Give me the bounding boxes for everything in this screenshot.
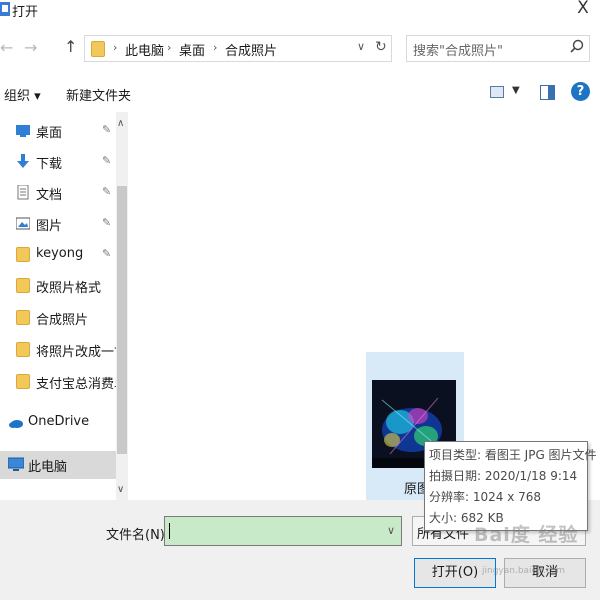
search-icon[interactable] [570, 39, 584, 53]
desktop-icon [16, 125, 30, 137]
chevron-down-icon[interactable]: ∨ [357, 40, 365, 53]
view-icon[interactable] [490, 86, 504, 98]
breadcrumb-separator[interactable]: › [113, 41, 117, 54]
breadcrumb-separator[interactable]: › [167, 41, 171, 54]
sidebar-item-folder[interactable]: 将照片改成一寸 [0, 336, 116, 364]
chevron-down-icon[interactable]: ∨ [387, 524, 395, 537]
scroll-up-icon[interactable]: ∧ [117, 118, 124, 129]
tooltip-resolution: 分辨率: 1024 x 768 [429, 490, 542, 504]
app-icon [0, 2, 10, 16]
up-button[interactable]: ↑ [64, 37, 77, 56]
sidebar-item-keyong[interactable]: keyong ✎ [0, 241, 116, 269]
toolbar: 组织 ▾ 新建文件夹 ▼ ? [0, 80, 600, 108]
forward-button[interactable]: → [24, 38, 37, 57]
download-icon [17, 154, 29, 168]
navigation-pane: 桌面 ✎ 下载 ✎ 文档 ✎ 图片 ✎ keyong ✎ 改照片格式 合成照片 … [0, 112, 116, 500]
folder-icon [91, 41, 105, 57]
sidebar-item-onedrive[interactable]: OneDrive [0, 409, 116, 437]
filename-input[interactable]: ∨ [164, 516, 402, 546]
help-icon[interactable]: ? [571, 82, 590, 101]
search-input[interactable]: 搜索"合成照片" [406, 35, 590, 62]
folder-icon [16, 342, 30, 357]
scrollbar-thumb[interactable] [117, 186, 127, 454]
tooltip-item-type: 项目类型: 看图王 JPG 图片文件 [429, 448, 597, 462]
text-caret [169, 523, 170, 539]
pin-icon[interactable]: ✎ [102, 216, 111, 229]
title-bar: 打开 X [0, 0, 600, 22]
sidebar-item-folder[interactable]: 支付宝总消费单 [0, 368, 116, 396]
pin-icon[interactable]: ✎ [102, 123, 111, 136]
organize-button[interactable]: 组织 ▾ [4, 85, 41, 104]
sidebar-item-desktop[interactable]: 桌面 ✎ [0, 117, 116, 145]
sidebar-item-label: 合成照片 [36, 313, 89, 328]
file-info-tooltip: 项目类型: 看图王 JPG 图片文件 拍摄日期: 2020/1/18 9:14 … [424, 441, 597, 531]
folder-icon [16, 310, 30, 325]
pin-icon[interactable]: ✎ [102, 185, 111, 198]
folder-icon [16, 278, 30, 293]
sidebar-item-folder[interactable]: 改照片格式 [0, 272, 116, 300]
back-button[interactable]: ← [0, 38, 13, 57]
sidebar-item-label: OneDrive [28, 414, 90, 429]
search-placeholder: 搜索"合成照片" [413, 44, 503, 59]
cloud-icon [9, 420, 23, 428]
breadcrumb-separator[interactable]: › [213, 41, 217, 54]
refresh-icon[interactable]: ↻ [375, 39, 387, 55]
folder-icon [16, 247, 30, 262]
sidebar-item-pictures[interactable]: 图片 ✎ [0, 210, 116, 238]
view-dropdown-icon[interactable]: ▼ [512, 85, 520, 96]
pin-icon[interactable]: ✎ [102, 247, 111, 260]
preview-pane-icon[interactable] [540, 85, 555, 100]
computer-icon [8, 457, 24, 471]
watermark-url: jingyan.baidu.com [482, 566, 566, 576]
sidebar-item-label: 改照片格式 [36, 281, 102, 296]
tooltip-date-taken: 拍摄日期: 2020/1/18 9:14 [429, 469, 578, 483]
sidebar-item-downloads[interactable]: 下载 ✎ [0, 148, 116, 176]
folder-icon [16, 374, 30, 389]
new-folder-button[interactable]: 新建文件夹 [66, 85, 131, 104]
sidebar-item-label: 支付宝总消费单 [36, 377, 116, 392]
window-title: 打开 [12, 5, 39, 20]
watermark: Bai度 经验 [474, 524, 579, 546]
picture-icon [16, 217, 30, 230]
address-bar[interactable]: › 此电脑 › 桌面 › 合成照片 ∨ ↻ [84, 35, 392, 62]
breadcrumb-this-pc[interactable]: 此电脑 [125, 40, 164, 59]
document-icon [17, 185, 29, 200]
breadcrumb-current-folder[interactable]: 合成照片 [225, 40, 277, 59]
breadcrumb-desktop[interactable]: 桌面 [179, 40, 205, 59]
filename-label: 文件名(N): [106, 528, 170, 543]
sidebar-item-label: 将照片改成一寸 [36, 345, 116, 360]
close-button[interactable]: X [568, 0, 598, 20]
sidebar-item-folder[interactable]: 合成照片 [0, 304, 116, 332]
sidebar-item-this-pc[interactable]: 此电脑 [0, 451, 116, 479]
pin-icon[interactable]: ✎ [102, 154, 111, 167]
scroll-down-icon[interactable]: ∨ [117, 484, 124, 495]
sidebar-item-documents[interactable]: 文档 ✎ [0, 179, 116, 207]
sidebar-item-label: 此电脑 [28, 460, 68, 475]
